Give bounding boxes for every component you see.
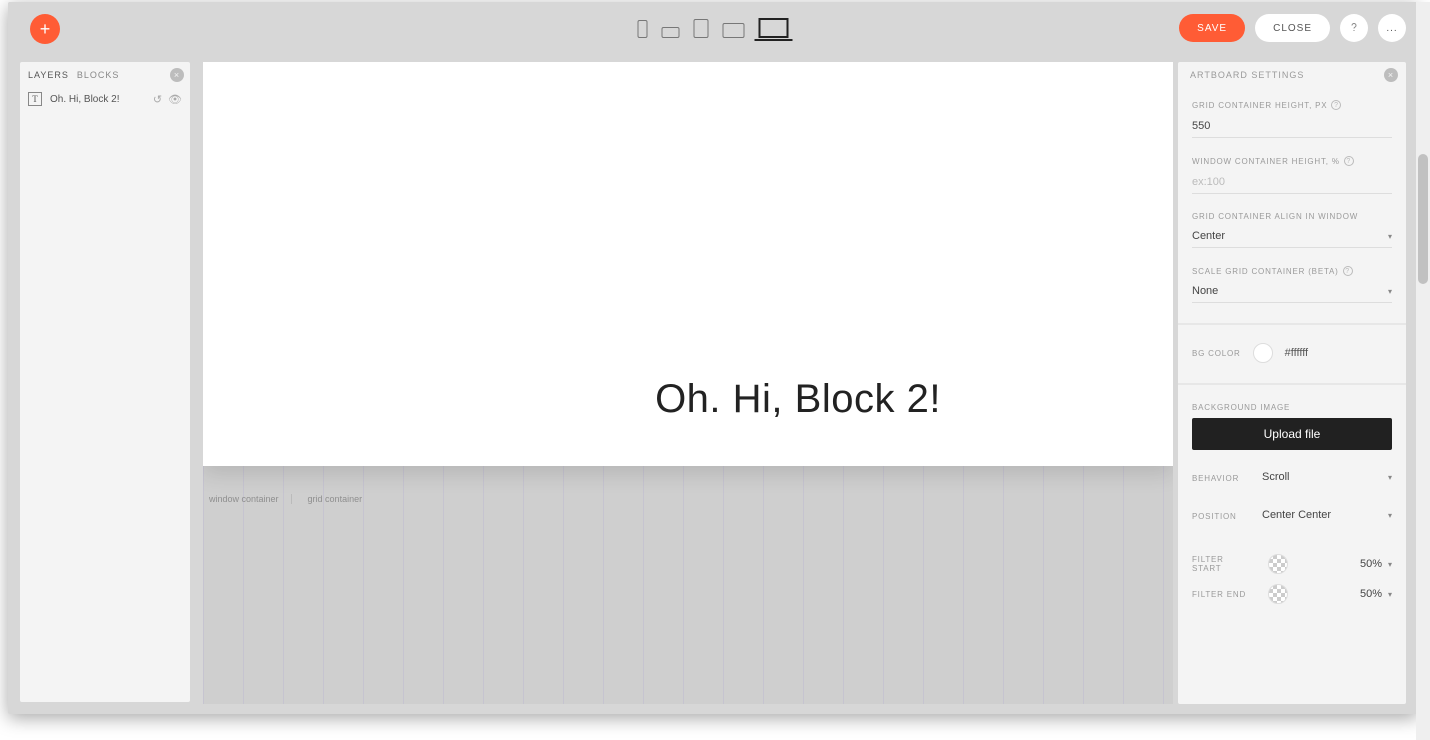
settings-panel-header: ARTBOARD SETTINGS × [1178, 62, 1406, 88]
bg-color-label: BG COLOR [1192, 349, 1241, 358]
close-button[interactable]: CLOSE [1255, 14, 1330, 42]
device-tablet-icon[interactable] [694, 19, 709, 38]
chevron-down-icon: ▾ [1388, 511, 1392, 520]
bg-color-section: BG COLOR #ffffff [1178, 323, 1406, 369]
settings-panel-title: ARTBOARD SETTINGS [1190, 70, 1304, 80]
device-phone-landscape-icon[interactable] [662, 27, 680, 38]
chevron-down-icon: ▾ [1388, 560, 1392, 569]
behavior-select[interactable]: Scroll▾ [1262, 468, 1392, 488]
app-window: + SAVE CLOSE ... LAYERS BLOCKS × T Oh. H… [8, 2, 1418, 714]
window-scrollbar-track[interactable] [1416, 2, 1430, 740]
window-container-label[interactable]: window container [209, 494, 292, 504]
grid-height-section: GRID CONTAINER HEIGHT, PX ? [1178, 88, 1406, 144]
filter-start-label: FILTER START [1192, 555, 1256, 573]
help-button[interactable] [1340, 14, 1368, 42]
tab-layers[interactable]: LAYERS [28, 70, 69, 80]
device-desktop-icon[interactable] [759, 18, 789, 38]
bg-color-value[interactable]: #ffffff [1285, 347, 1308, 359]
position-select[interactable]: Center Center▾ [1262, 506, 1392, 526]
heading-text[interactable]: Oh. Hi, Block 2! [655, 377, 941, 422]
add-button[interactable]: + [30, 14, 60, 44]
layer-item[interactable]: T Oh. Hi, Block 2! ↺ 👁 [20, 88, 190, 110]
grid-height-label: GRID CONTAINER HEIGHT, PX ? [1192, 100, 1392, 110]
chevron-down-icon: ▾ [1388, 590, 1392, 599]
upload-file-button[interactable]: Upload file [1192, 418, 1392, 450]
canvas[interactable]: Oh. Hi, Block 2! window container grid c… [203, 62, 1173, 704]
filter-start-select[interactable]: 50%▾ [1360, 558, 1392, 570]
grid-container-label[interactable]: grid container [308, 494, 375, 504]
canvas-labels: window container grid container [209, 494, 374, 504]
behavior-label: BEHAVIOR [1192, 474, 1239, 483]
chevron-down-icon: ▾ [1388, 232, 1392, 241]
more-button[interactable]: ... [1378, 14, 1406, 42]
bg-image-label: BACKGROUND IMAGE [1192, 403, 1392, 412]
layer-visibility-icon[interactable]: 👁 [168, 93, 182, 106]
window-height-section: WINDOW CONTAINER HEIGHT, % ? [1178, 144, 1406, 200]
layer-item-actions: ↺ 👁 [153, 93, 182, 106]
filter-end-swatch[interactable] [1268, 584, 1288, 604]
behavior-section: BEHAVIOR Scroll▾ [1178, 456, 1406, 494]
scale-label: SCALE GRID CONTAINER (BETA) ? [1192, 266, 1392, 276]
artboard-content: Oh. Hi, Block 2! [203, 62, 1173, 466]
window-height-label: WINDOW CONTAINER HEIGHT, % ? [1192, 156, 1392, 166]
filter-start-section: FILTER START 50%▾ FILTER END 50%▾ [1178, 532, 1406, 610]
bg-color-swatch[interactable] [1253, 343, 1273, 363]
filter-end-select[interactable]: 50%▾ [1360, 588, 1392, 600]
bg-image-section: BACKGROUND IMAGE Upload file [1178, 383, 1406, 456]
save-button[interactable]: SAVE [1179, 14, 1245, 42]
help-icon[interactable]: ? [1344, 156, 1354, 166]
layer-link-icon[interactable]: ↺ [153, 93, 162, 106]
tab-blocks[interactable]: BLOCKS [77, 70, 120, 80]
grid-height-input[interactable] [1192, 117, 1392, 138]
window-height-input[interactable] [1192, 173, 1392, 194]
scale-select[interactable]: None▾ [1192, 282, 1392, 303]
top-right-actions: SAVE CLOSE ... [1179, 14, 1406, 42]
align-label: GRID CONTAINER ALIGN IN WINDOW [1192, 212, 1392, 221]
window-scrollbar-thumb[interactable] [1418, 154, 1428, 284]
help-icon [1348, 22, 1360, 34]
text-layer-icon: T [28, 92, 42, 106]
layer-item-label: Oh. Hi, Block 2! [50, 94, 145, 105]
artboard-settings-panel: ARTBOARD SETTINGS × GRID CONTAINER HEIGH… [1178, 62, 1406, 704]
position-section: POSITION Center Center▾ [1178, 494, 1406, 532]
chevron-down-icon: ▾ [1388, 473, 1392, 482]
align-section: GRID CONTAINER ALIGN IN WINDOW Center▾ [1178, 200, 1406, 254]
chevron-down-icon: ▾ [1388, 287, 1392, 296]
device-phone-icon[interactable] [638, 20, 648, 38]
settings-panel-close-icon[interactable]: × [1384, 68, 1398, 82]
device-switcher [638, 18, 789, 38]
help-icon[interactable]: ? [1343, 266, 1353, 276]
layers-panel-header: LAYERS BLOCKS × [20, 62, 190, 88]
device-tablet-landscape-icon[interactable] [723, 23, 745, 38]
scale-section: SCALE GRID CONTAINER (BETA) ? None▾ [1178, 254, 1406, 309]
help-icon[interactable]: ? [1331, 100, 1341, 110]
position-label: POSITION [1192, 512, 1237, 521]
layers-panel: LAYERS BLOCKS × T Oh. Hi, Block 2! ↺ 👁 [20, 62, 190, 702]
align-select[interactable]: Center▾ [1192, 227, 1392, 248]
filter-start-swatch[interactable] [1268, 554, 1288, 574]
artboard[interactable]: Oh. Hi, Block 2! [203, 62, 1173, 466]
top-toolbar: + SAVE CLOSE ... [8, 2, 1418, 56]
filter-end-label: FILTER END [1192, 590, 1256, 599]
layers-panel-close-icon[interactable]: × [170, 68, 184, 82]
